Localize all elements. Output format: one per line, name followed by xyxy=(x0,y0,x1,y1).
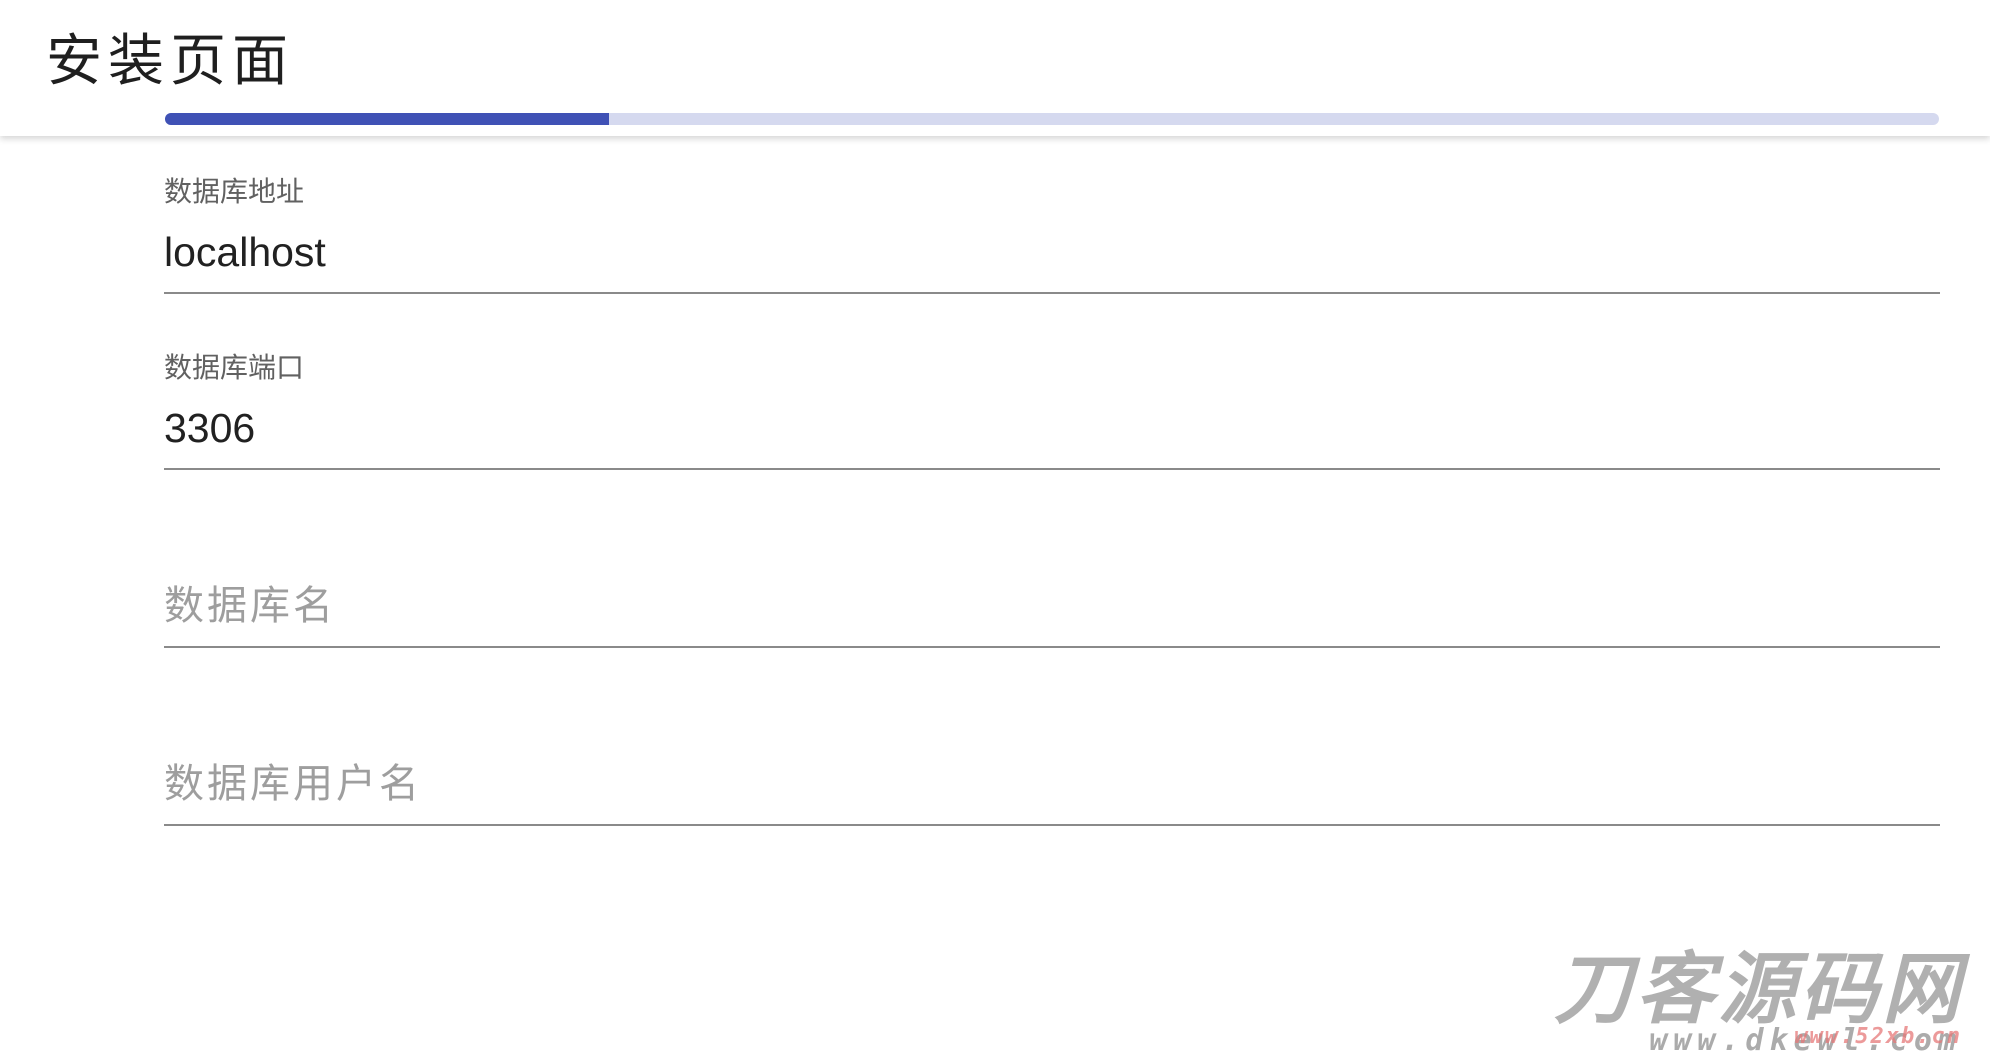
watermark-title: 刀客源码网 xyxy=(1553,945,1964,1035)
db-user-underline xyxy=(164,824,1940,826)
db-host-underline xyxy=(164,292,1940,294)
watermark-overlay-url: www.52xb.cn xyxy=(1794,1024,1962,1049)
db-host-field[interactable]: 数据库地址 xyxy=(164,174,1940,294)
db-name-underline xyxy=(164,646,1940,648)
db-host-input[interactable] xyxy=(164,222,1940,282)
db-user-label: 数据库用户名 xyxy=(164,761,422,807)
db-port-label: 数据库端口 xyxy=(164,351,305,384)
db-host-label: 数据库地址 xyxy=(164,175,305,208)
db-port-input[interactable] xyxy=(164,398,1940,458)
watermark-logo: 刀客源码网 www.dkewl.com www.52xb.cn xyxy=(1554,948,1980,1058)
db-port-field[interactable]: 数据库端口 xyxy=(164,350,1940,470)
app-header: 安装页面 xyxy=(0,0,1990,136)
db-name-label: 数据库名 xyxy=(164,583,336,629)
watermark-url: www.dkewl.com www.52xb.cn xyxy=(1649,1024,1962,1058)
install-progress-bar xyxy=(165,113,1939,125)
db-user-field[interactable]: 数据库用户名 xyxy=(164,706,1940,826)
db-port-underline xyxy=(164,468,1940,470)
watermark-url-text: www.dkewl.com xyxy=(1649,1023,1962,1058)
install-progress-fill xyxy=(165,113,609,125)
db-name-field[interactable]: 数据库名 xyxy=(164,528,1940,648)
page-title: 安装页面 xyxy=(46,29,294,94)
